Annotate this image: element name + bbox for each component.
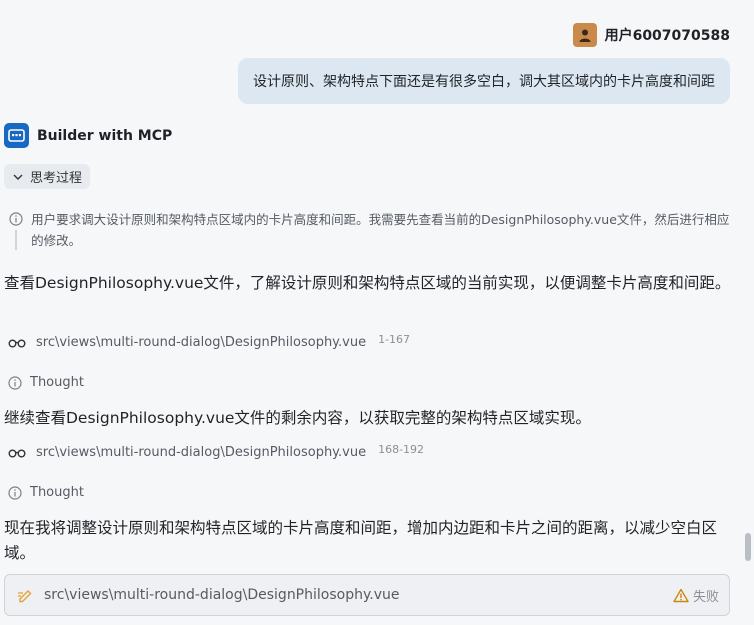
thought-label: Thought bbox=[30, 485, 84, 500]
chevron-down-icon bbox=[13, 174, 23, 180]
edit-file-path: src\views\multi-round-dialog\DesignPhilo… bbox=[44, 587, 400, 603]
glasses-icon bbox=[8, 449, 26, 457]
chat-panel: 用户6007070588 设计原则、架构特点下面还是有很多空白，调大其区域内的卡… bbox=[0, 0, 754, 625]
edit-status-label: 失败 bbox=[692, 589, 719, 605]
robot-icon bbox=[8, 129, 25, 142]
info-icon bbox=[8, 375, 22, 390]
file-path: src\views\multi-round-dialog\DesignPhilo… bbox=[36, 445, 367, 460]
assistant-paragraph-3: 现在我将调整设计原则和架构特点区域的卡片高度和间距，增加内边距和卡片之间的距离，… bbox=[4, 519, 718, 562]
assistant-paragraph-2: 继续查看DesignPhilosophy.vue文件的剩余内容，以获取完整的架构… bbox=[4, 409, 591, 427]
assistant-paragraph-1: 查看DesignPhilosophy.vue文件，了解设计原则和架构特点区域的当… bbox=[4, 274, 731, 292]
file-edit-card[interactable]: src\views\multi-round-dialog\DesignPhilo… bbox=[4, 574, 730, 616]
file-path: src\views\multi-round-dialog\DesignPhilo… bbox=[36, 335, 367, 350]
warning-icon bbox=[673, 588, 689, 602]
user-header: 用户6007070588 bbox=[572, 23, 730, 47]
think-process-toggle[interactable]: 思考过程 bbox=[4, 164, 91, 189]
edit-status: 失败 bbox=[673, 586, 719, 605]
line-range: 1-167 bbox=[378, 333, 411, 346]
info-icon bbox=[8, 485, 22, 500]
user-name: 用户6007070588 bbox=[604, 28, 730, 44]
user-message-bubble: 设计原则、架构特点下面还是有很多空白，调大其区域内的卡片高度和间距 bbox=[238, 58, 730, 104]
bot-avatar bbox=[4, 123, 29, 148]
person-icon bbox=[579, 29, 591, 42]
think-text: 用户要求调大设计原则和架构特点区域内的卡片高度和间距。我需要先查看当前的Desi… bbox=[31, 212, 730, 248]
thought-indicator-1: Thought bbox=[8, 375, 84, 390]
thought-label: Thought bbox=[30, 375, 84, 390]
scrollbar-thumb[interactable] bbox=[745, 533, 751, 561]
info-icon bbox=[8, 212, 23, 226]
think-toggle-label: 思考过程 bbox=[30, 171, 83, 186]
user-avatar bbox=[572, 23, 597, 47]
assistant-header: Builder with MCP bbox=[4, 123, 172, 148]
thought-indicator-2: Thought bbox=[8, 485, 84, 500]
file-reference-1[interactable]: src\views\multi-round-dialog\DesignPhilo… bbox=[8, 333, 411, 350]
edit-pencil-icon bbox=[18, 590, 32, 603]
assistant-name: Builder with MCP bbox=[37, 127, 173, 144]
file-reference-2[interactable]: src\views\multi-round-dialog\DesignPhilo… bbox=[8, 443, 425, 460]
think-content: 用户要求调大设计原则和架构特点区域内的卡片高度和间距。我需要先查看当前的Desi… bbox=[8, 209, 736, 251]
think-divider bbox=[14, 230, 17, 250]
line-range: 168-192 bbox=[378, 443, 425, 456]
glasses-icon bbox=[8, 339, 26, 347]
